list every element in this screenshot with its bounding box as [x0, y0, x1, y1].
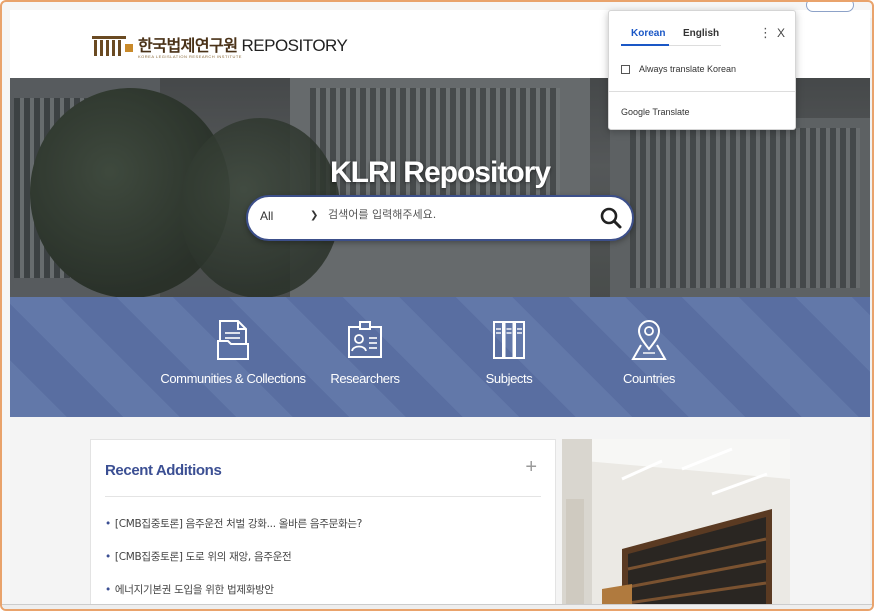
list-item-text: [CMB집중토론] 음주운전 처벌 강화... 올바른 음주문화는?: [114, 518, 362, 530]
bookshelf-icon: [493, 321, 525, 359]
plus-icon[interactable]: +: [525, 456, 537, 479]
logo-icon[interactable]: [92, 34, 134, 58]
category-communities-collections[interactable]: Communities & Collections: [158, 319, 308, 386]
active-tab-indicator: [621, 44, 669, 46]
content-section: Recent Additions + • [CMB집중토론] 음주운전 처벌 강화…: [10, 417, 870, 609]
recent-additions-card: Recent Additions + • [CMB집중토론] 음주운전 처벌 강화…: [90, 439, 556, 609]
divider: [105, 496, 541, 497]
category-label: Countries: [622, 371, 676, 386]
chevron-down-icon[interactable]: ❯: [310, 210, 318, 221]
category-subjects[interactable]: Subjects: [434, 319, 584, 386]
tab-english[interactable]: English: [683, 28, 719, 39]
more-options-icon[interactable]: ⋮: [759, 25, 772, 41]
always-translate-label: Always translate Korean: [639, 64, 737, 74]
logo-korean-text: 한국법제연구원: [138, 36, 238, 55]
translate-popup: Korean English ⋮ X Always translate Kore…: [608, 10, 796, 130]
divider: [609, 91, 795, 92]
list-item-text: [CMB집중토론] 도로 위의 재앙, 음주운전: [114, 551, 292, 563]
browser-frame: 한국법제연구원 REPOSITORY KOREA LEGISLATION RES…: [0, 0, 874, 611]
list-item-text: 에너지기본권 도입을 위한 법제화방안: [114, 584, 274, 596]
search-scope-select[interactable]: All: [260, 209, 316, 223]
library-photo: [562, 439, 790, 609]
category-label: Communities & Collections: [160, 371, 306, 386]
library-image: [562, 439, 790, 609]
list-item[interactable]: • [CMB집중토론] 음주운전 처벌 강화... 올바른 음주문화는?: [105, 516, 362, 531]
category-countries[interactable]: Countries: [574, 319, 724, 386]
bottom-taskbar: [2, 604, 872, 609]
map-pin-icon: [631, 320, 667, 360]
bullet-icon: •: [105, 518, 111, 530]
list-item[interactable]: • 에너지기본권 도입을 위한 법제화방안: [105, 582, 362, 597]
bullet-icon: •: [105, 551, 111, 563]
google-translate-label: Google Translate: [621, 107, 690, 117]
category-band: Communities & Collections Researchers Su…: [10, 297, 870, 417]
list-item[interactable]: • [CMB집중토론] 도로 위의 재앙, 음주운전: [105, 549, 362, 564]
always-translate-checkbox[interactable]: [621, 65, 630, 74]
category-label: Subjects: [485, 371, 533, 386]
id-card-icon: [348, 321, 382, 358]
recent-additions-title: Recent Additions: [105, 462, 222, 479]
category-label: Researchers: [330, 371, 400, 386]
document-folder-icon: [217, 320, 249, 360]
browser-toolbar-pill[interactable]: [806, 2, 854, 12]
site-logo[interactable]: 한국법제연구원 REPOSITORY: [138, 32, 348, 56]
tab-korean[interactable]: Korean: [631, 28, 665, 39]
category-researchers[interactable]: Researchers: [290, 319, 440, 386]
recent-additions-list: • [CMB집중토론] 음주운전 처벌 강화... 올바른 음주문화는? • [CM…: [105, 516, 362, 609]
search-input[interactable]: [328, 208, 588, 221]
search-icon[interactable]: [598, 205, 624, 231]
logo-subtext: KOREA LEGISLATION RESEARCH INSTITUTE: [138, 54, 242, 59]
vertical-scrollbar[interactable]: [870, 18, 872, 609]
close-icon[interactable]: X: [777, 26, 785, 40]
logo-english-text: REPOSITORY: [241, 36, 348, 55]
search-bar: All ❯: [246, 195, 634, 241]
hero-title: KLRI Repository: [329, 156, 551, 189]
bullet-icon: •: [105, 584, 111, 596]
